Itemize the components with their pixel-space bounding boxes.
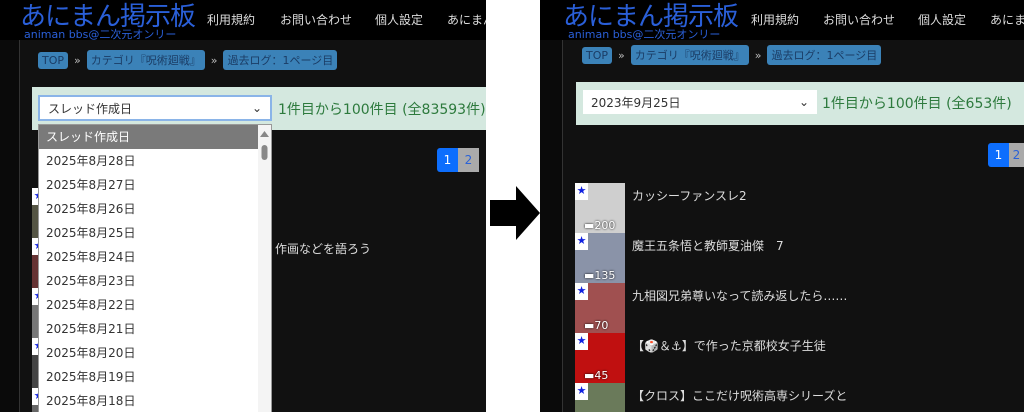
thread-title[interactable]: 【クロス】ここだけ呪術高専シリーズと (632, 387, 847, 412)
nav-more[interactable]: あにまん (990, 11, 1024, 28)
dropdown-scrollbar[interactable] (258, 125, 271, 412)
nav-terms[interactable]: 利用規約 (751, 11, 799, 28)
thread-title[interactable]: 作画などを語ろう (275, 240, 371, 257)
dropdown-option[interactable]: 2025年8月19日 (39, 365, 271, 389)
thread-title[interactable]: 九相図兄弟尊いなって読み返したら‥‥‥ (632, 287, 847, 333)
comment-icon: ▬ (584, 369, 595, 382)
crumb-sep: » (618, 48, 625, 62)
thread-thumbnail[interactable]: ★ ▬200 (575, 183, 625, 233)
crumb-top[interactable]: TOP (38, 51, 69, 69)
crumb-archive[interactable]: 過去ログ：1ページ目 (223, 50, 338, 70)
page-1[interactable]: 1 (437, 148, 458, 172)
dropdown-option[interactable]: 2025年8月21日 (39, 317, 271, 341)
breadcrumb: TOP » カテゴリ『呪術廻戦』 » 過去ログ：1ページ目 (38, 50, 338, 70)
crumb-sep: » (754, 48, 762, 62)
nav-settings[interactable]: 個人設定 (375, 11, 423, 28)
star-icon: ★ (575, 183, 588, 200)
thread-row[interactable]: ★ ▬70 九相図兄弟尊いなって読み返したら‥‥‥ (575, 283, 847, 333)
star-icon: ★ (575, 383, 588, 400)
thread-thumbnail[interactable]: ★ (575, 383, 625, 412)
comment-count: ▬45 (584, 369, 609, 382)
crumb-archive[interactable]: 過去ログ：1ページ目 (767, 45, 882, 65)
breadcrumb: TOP » カテゴリ『呪術廻戦』 » 過去ログ：1ページ目 (582, 45, 882, 65)
dropdown-option[interactable]: 2025年8月20日 (39, 341, 271, 365)
star-icon: ★ (575, 233, 588, 250)
thread-title[interactable]: 魔王五条悟と教師夏油傑 7 (632, 237, 784, 283)
page-2[interactable]: 2 (1009, 143, 1024, 167)
nav-settings[interactable]: 個人設定 (918, 11, 966, 28)
thread-row[interactable]: ★ 【クロス】ここだけ呪術高専シリーズと (575, 383, 847, 412)
dropdown-option[interactable]: 2025年8月25日 (39, 221, 271, 245)
comment-count: ▬135 (584, 269, 616, 282)
crumb-sep: » (74, 53, 81, 67)
page-2[interactable]: 2 (458, 148, 479, 172)
crumb-sep: » (210, 53, 218, 67)
thread-thumbnail[interactable]: ★ ▬45 (575, 333, 625, 383)
chevron-down-icon: ⌄ (798, 95, 809, 109)
dropdown-option[interactable]: スレッド作成日 (39, 125, 271, 149)
dropdown-option[interactable]: 2025年8月22日 (39, 293, 271, 317)
chevron-down-icon: ⌄ (251, 101, 262, 115)
select-value: スレッド作成日 (48, 101, 133, 116)
site-subtitle: animan bbs@二次元オンリー (568, 28, 721, 41)
comment-icon: ▬ (584, 269, 595, 282)
select-value: 2023年9月25日 (591, 95, 681, 110)
nav-contact[interactable]: お問い合わせ (823, 11, 895, 28)
dropdown-option[interactable]: 2025年8月23日 (39, 269, 271, 293)
comment-count: ▬70 (584, 319, 609, 332)
thread-row[interactable]: ★ ▬45 【🎲＆⚓】で作った京都校女子生徒 (575, 333, 826, 383)
dropdown-option[interactable]: 2025年8月28日 (39, 149, 271, 173)
pagination: 1 2 (988, 143, 1024, 167)
comment-icon: ▬ (584, 319, 595, 332)
thread-thumbnail[interactable]: ★ ▬70 (575, 283, 625, 333)
page-1[interactable]: 1 (988, 143, 1009, 167)
thread-row[interactable]: ★ ▬200 カッシーファンスレ2 (575, 183, 747, 233)
date-select[interactable]: 2023年9月25日 ⌄ (583, 90, 817, 114)
site-subtitle: animan bbs@二次元オンリー (24, 28, 177, 41)
result-count: 1件目から100件目 (全83593件) (278, 102, 486, 118)
comment-count: ▬200 (584, 219, 616, 232)
thread-title[interactable]: カッシーファンスレ2 (632, 187, 747, 233)
thread-row[interactable]: ★ ▬135 魔王五条悟と教師夏油傑 7 (575, 233, 784, 283)
site-header: あにまん掲示板 animan bbs@二次元オンリー 利用規約 お問い合わせ 個… (0, 0, 486, 41)
nav-more[interactable]: あにまん (447, 11, 486, 28)
date-dropdown-list[interactable]: スレッド作成日 2025年8月28日 2025年8月27日 2025年8月26日… (38, 124, 272, 412)
thread-title[interactable]: 【🎲＆⚓】で作った京都校女子生徒 (632, 337, 826, 383)
before-screenshot: あにまん掲示板 animan bbs@二次元オンリー 利用規約 お問い合わせ 個… (0, 0, 486, 412)
arrow-right-icon (490, 186, 540, 240)
date-select[interactable]: スレッド作成日 ⌄ (38, 95, 272, 121)
thread-thumbnail[interactable]: ★ ▬135 (575, 233, 625, 283)
sidebar-strip (540, 40, 563, 412)
star-icon: ★ (575, 283, 588, 300)
result-count: 1件目から100件目 (全653件) (822, 96, 1012, 112)
after-screenshot: あにまん掲示板 animan bbs@二次元オンリー 利用規約 お問い合わせ 個… (540, 0, 1024, 412)
star-icon: ★ (575, 333, 588, 350)
site-header: あにまん掲示板 animan bbs@二次元オンリー 利用規約 お問い合わせ 個… (540, 0, 1024, 41)
sidebar-strip (0, 40, 20, 412)
dropdown-option[interactable]: 2025年8月18日 (39, 389, 271, 413)
dropdown-option[interactable]: 2025年8月26日 (39, 197, 271, 221)
crumb-top[interactable]: TOP (582, 46, 613, 64)
pagination: 1 2 (437, 148, 479, 172)
dropdown-option[interactable]: 2025年8月24日 (39, 245, 271, 269)
dropdown-option[interactable]: 2025年8月27日 (39, 173, 271, 197)
nav-terms[interactable]: 利用規約 (207, 11, 255, 28)
nav-contact[interactable]: お問い合わせ (280, 11, 352, 28)
comment-icon: ▬ (584, 219, 595, 232)
crumb-category[interactable]: カテゴリ『呪術廻戦』 (86, 50, 205, 70)
crumb-category[interactable]: カテゴリ『呪術廻戦』 (630, 45, 749, 65)
